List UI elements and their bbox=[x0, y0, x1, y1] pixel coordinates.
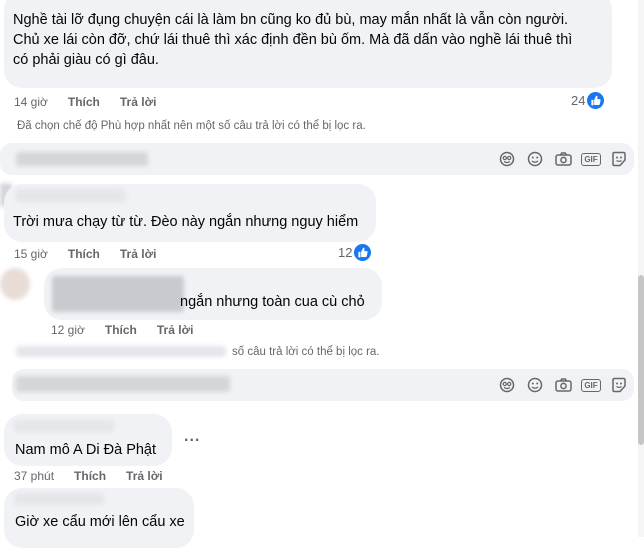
like-reaction-icon bbox=[587, 92, 605, 109]
redacted-name bbox=[16, 189, 126, 202]
sticker-icon[interactable] bbox=[498, 376, 516, 394]
redacted-text bbox=[16, 376, 230, 392]
comment-text: Trời mưa chạy từ từ. Đèo này ngắn nhưng … bbox=[13, 214, 359, 230]
comment-text: Giờ xe cẩu mới lên cẩu xe bbox=[15, 514, 185, 530]
comment-time[interactable]: 15 giờ bbox=[14, 247, 48, 261]
avatar-sticker-icon[interactable] bbox=[610, 376, 628, 394]
comment-actions-3: 12 giờ Thích Trả lời bbox=[51, 322, 213, 338]
comment-actions-2: 15 giờ Thích Trả lời bbox=[14, 246, 176, 262]
like-reaction-icon bbox=[354, 244, 372, 261]
comment-text: Nam mô A Di Đà Phật bbox=[15, 442, 157, 458]
like-link[interactable]: Thích bbox=[68, 95, 100, 109]
emoji-icon[interactable] bbox=[526, 376, 544, 394]
reply-link[interactable]: Trả lời bbox=[126, 469, 163, 483]
redacted-text bbox=[16, 346, 226, 357]
reaction-count-2[interactable]: 12 bbox=[338, 244, 372, 261]
comment-time[interactable]: 14 giờ bbox=[14, 95, 48, 109]
like-link[interactable]: Thích bbox=[68, 247, 100, 261]
comment-text: ngắn nhưng toàn cua cù chỏ bbox=[180, 294, 365, 310]
reaction-count-1[interactable]: 24 bbox=[571, 92, 605, 109]
sticker-icon[interactable] bbox=[498, 150, 516, 168]
comment-time[interactable]: 12 giờ bbox=[51, 323, 85, 337]
reply-link[interactable]: Trả lời bbox=[157, 323, 194, 337]
gif-icon[interactable]: GIF bbox=[581, 376, 601, 394]
filter-notice-2: số câu trả lời có thể bị lọc ra. bbox=[232, 346, 380, 358]
redacted-name bbox=[14, 420, 114, 432]
like-link[interactable]: Thích bbox=[74, 469, 106, 483]
reply-link[interactable]: Trả lời bbox=[120, 95, 157, 109]
avatar bbox=[0, 268, 30, 300]
camera-icon[interactable] bbox=[554, 376, 572, 394]
comment-time[interactable]: 37 phút bbox=[14, 469, 54, 483]
comment-actions-1: 14 giờ Thích Trả lời bbox=[14, 94, 176, 110]
more-options-icon[interactable]: ... bbox=[184, 428, 200, 446]
camera-icon[interactable] bbox=[554, 150, 572, 168]
redacted-text bbox=[16, 152, 148, 166]
filter-notice-1: Đã chọn chế độ Phù hợp nhất nên một số c… bbox=[17, 120, 366, 132]
comment-bubble-2: Trời mưa chạy từ từ. Đèo này ngắn nhưng … bbox=[4, 184, 376, 242]
redacted-text bbox=[52, 276, 184, 312]
reaction-number: 24 bbox=[571, 93, 586, 108]
comment-text: Nghề tài lỡ đụng chuyện cái là làm bn cũ… bbox=[13, 12, 573, 68]
reaction-number: 12 bbox=[338, 245, 353, 260]
input-icons-1: GIF bbox=[488, 150, 628, 168]
emoji-icon[interactable] bbox=[526, 150, 544, 168]
redacted-name bbox=[14, 493, 104, 505]
input-icons-2: GIF bbox=[488, 376, 628, 394]
scrollbar-track[interactable] bbox=[638, 0, 644, 537]
scrollbar-thumb[interactable] bbox=[638, 275, 644, 445]
like-link[interactable]: Thích bbox=[105, 323, 137, 337]
comment-actions-4: 37 phút Thích Trả lời bbox=[14, 468, 183, 484]
comment-bubble-3: ngắn nhưng toàn cua cù chỏ bbox=[44, 268, 382, 320]
gif-icon[interactable]: GIF bbox=[581, 150, 601, 168]
avatar-sticker-icon[interactable] bbox=[610, 150, 628, 168]
reply-link[interactable]: Trả lời bbox=[120, 247, 157, 261]
comment-bubble-5: Giờ xe cẩu mới lên cẩu xe bbox=[4, 488, 194, 548]
comment-bubble-1: Nghề tài lỡ đụng chuyện cái là làm bn cũ… bbox=[4, 0, 612, 88]
comment-bubble-4: Nam mô A Di Đà Phật bbox=[4, 414, 172, 466]
